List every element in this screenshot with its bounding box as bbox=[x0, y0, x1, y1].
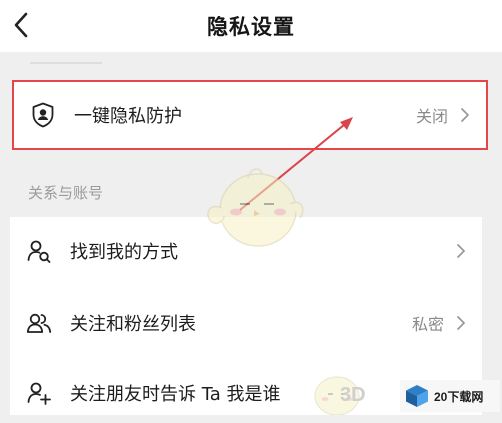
page-title: 隐私设置 bbox=[207, 15, 295, 39]
chevron-right-icon bbox=[454, 241, 468, 261]
chevron-right-icon bbox=[454, 313, 468, 333]
section-title: 关系与账号 bbox=[28, 184, 104, 202]
cube-logo-icon bbox=[406, 385, 428, 407]
list-item-value: 私密 bbox=[411, 315, 444, 334]
privacy-guard-card[interactable]: 一键隐私防护 关闭 bbox=[12, 80, 488, 150]
site-logo-text: 20下载网 bbox=[434, 389, 484, 404]
list-item-label: 关注和粉丝列表 bbox=[70, 314, 196, 335]
list-item-label: 关注朋友时告诉 Ta 我是谁 bbox=[70, 384, 281, 405]
user-add-icon bbox=[26, 380, 52, 406]
app-header: 隐私设置 bbox=[0, 0, 502, 52]
privacy-guard-label: 一键隐私防护 bbox=[74, 106, 182, 127]
mascot-watermark-icon bbox=[207, 168, 304, 247]
list-item-follow-fans[interactable]: 关注和粉丝列表 私密 bbox=[10, 293, 482, 353]
user-search-icon bbox=[26, 238, 52, 264]
privacy-guard-status: 关闭 bbox=[415, 107, 448, 126]
list-item-label: 找到我的方式 bbox=[70, 242, 178, 263]
brand-watermark-text: 3D bbox=[340, 384, 366, 406]
chevron-right-icon bbox=[458, 105, 472, 125]
users-icon bbox=[26, 310, 52, 336]
divider bbox=[30, 62, 102, 64]
site-logo: 20下载网 bbox=[400, 380, 500, 412]
privacy-guard-row[interactable]: 一键隐私防护 关闭 bbox=[14, 85, 486, 145]
shield-user-icon bbox=[30, 102, 56, 128]
